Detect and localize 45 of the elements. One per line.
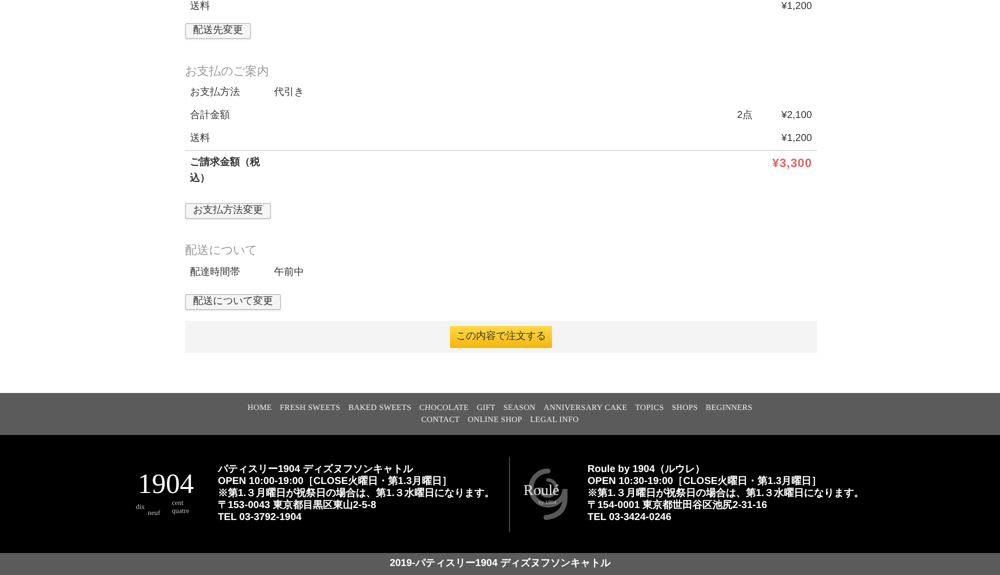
change-button[interactable]: お支払方法変更 xyxy=(185,203,271,219)
quantity-text: 2点 xyxy=(737,110,753,120)
nav-link[interactable]: HOME xyxy=(248,402,272,414)
row-label: 配達時間帯 xyxy=(190,266,240,278)
order-button[interactable]: この内容で注文する xyxy=(450,326,552,348)
shop-info-line: ※第1.３月曜日が祝祭日の場合は、第1.３水曜日になります。 xyxy=(588,488,864,499)
nav-link[interactable]: ONLINE SHOP xyxy=(468,414,522,426)
nav-link[interactable]: CONTACT xyxy=(421,414,460,426)
change-button[interactable]: 配送先変更 xyxy=(185,23,251,39)
section-heading: お支払のご案内 xyxy=(185,64,269,78)
shop-info-line: 〒154-0001 東京都世田谷区池尻2-31-16 xyxy=(588,500,768,512)
shop-info-line: 〒153-0043 東京都目黒区東山2-5-8 xyxy=(218,500,378,512)
row-label: 合計金額 xyxy=(190,110,230,120)
nav-link[interactable]: FRESH SWEETS xyxy=(280,402,340,414)
nav-link[interactable]: BAKED SWEETS xyxy=(348,402,412,414)
nav-link[interactable]: SHOPS xyxy=(672,402,698,414)
nav-link[interactable]: TOPICS xyxy=(635,402,664,414)
row-value: 午前中 xyxy=(274,266,304,278)
shop-info-line: TEL 03-3424-0246 xyxy=(588,512,672,524)
nav-link[interactable]: BEGINNERS xyxy=(706,402,752,414)
section-heading: 配送について xyxy=(185,243,257,257)
amount-text: ¥1,200 xyxy=(781,0,812,12)
nav-link[interactable]: SEASON xyxy=(503,402,536,414)
shop-info-line: OPEN 10:30-19:00［CLOSE火曜日・第1.3月曜日］ xyxy=(588,476,822,488)
row-label: 送料 xyxy=(190,0,210,12)
amount-text: ¥2,100 xyxy=(781,110,812,120)
nav-link[interactable]: ANNIVERSARY CAKE xyxy=(544,402,628,414)
shop-info-line: TEL 03-3792-1904 xyxy=(218,512,303,524)
amount-text: ¥1,200 xyxy=(781,132,812,144)
shop-info-line: OPEN 10:00-19:00［CLOSE火曜日・第1.3月曜日］ xyxy=(218,476,453,488)
nav-link[interactable]: GIFT xyxy=(476,402,496,414)
change-button[interactable]: 配送について変更 xyxy=(185,294,281,310)
total-amount: ¥3,300 xyxy=(772,155,812,171)
row-label: 送料 xyxy=(190,132,210,144)
copyright-text: 2019-パティスリー1904 ディズヌフソンキャトル xyxy=(390,558,610,570)
nav-link[interactable]: LEGAL INFO xyxy=(530,414,579,426)
total-label: ご請求金額（税込） xyxy=(190,156,261,186)
shop-name: Roule by 1904（ルウレ） xyxy=(588,464,706,476)
row-label: お支払方法 xyxy=(190,86,240,98)
logo-wordmark: Roulé xyxy=(524,483,560,499)
row-value: 代引き xyxy=(274,86,304,98)
shop-name: パティスリー1904 ディズヌフソンキャトル xyxy=(218,464,414,476)
shop-info-line: ※第1.３月曜日が祝祭日の場合は、第1.３水曜日になります。 xyxy=(218,488,494,499)
nav-link[interactable]: CHOCOLATE xyxy=(419,402,469,414)
logo-wordmark: 1904 xyxy=(138,471,194,499)
